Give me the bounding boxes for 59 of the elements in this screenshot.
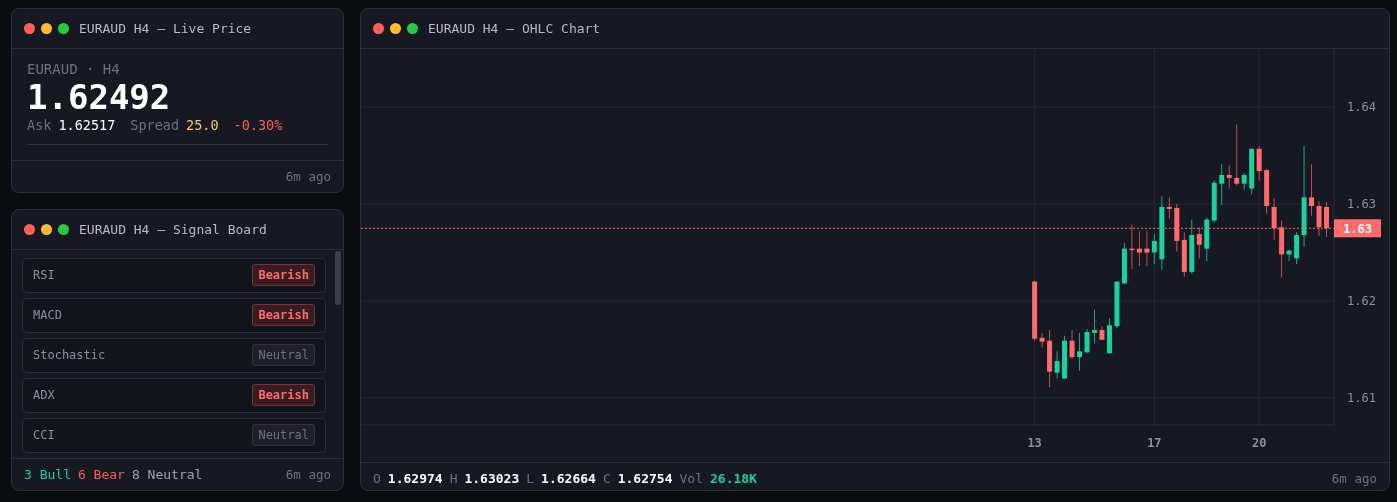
y-axis-label: 1.63 <box>1347 197 1376 212</box>
close-dot-icon[interactable] <box>24 223 35 235</box>
ohlc-value: 1.62754 <box>617 471 673 486</box>
indicator-name: ADX <box>33 388 55 403</box>
x-axis-label: 13 <box>1027 436 1042 450</box>
ohlc-label: H <box>449 471 458 486</box>
minimize-dot-icon[interactable] <box>390 23 401 34</box>
bid-price: 1.62492 <box>27 77 172 117</box>
minimize-dot-icon[interactable] <box>41 23 52 34</box>
signal-count: 6 Bear <box>77 467 125 482</box>
updated-time: 6m ago <box>285 467 331 482</box>
ohlc-value: 1.63023 <box>464 471 520 486</box>
candlestick <box>1077 332 1082 372</box>
signal-badge: Neutral <box>252 424 315 447</box>
updated-time: 6m ago <box>285 168 331 184</box>
signal-count: 8 Neutral <box>131 467 203 482</box>
maximize-dot-icon[interactable] <box>407 23 418 34</box>
candlestick <box>1324 201 1329 238</box>
ask-price: 1.62517 <box>58 117 116 133</box>
signal-badge: Bearish <box>252 264 315 287</box>
ohlc-label: L <box>526 471 535 486</box>
x-axis-label: 17 <box>1147 436 1162 450</box>
scrollbar-thumb[interactable] <box>335 250 341 305</box>
ohlc-value: 1.62974 <box>387 471 443 486</box>
ref-line-label: 1.63 <box>1343 221 1372 236</box>
y-axis-label: 1.62 <box>1347 293 1376 308</box>
spread-label: Spread <box>130 117 180 133</box>
volume-label: Vol <box>679 471 703 486</box>
ohlc-value: 1.62664 <box>541 471 596 486</box>
indicator-name: RSI <box>33 268 55 283</box>
signal-badge: Bearish <box>252 384 315 407</box>
indicator-name: CCI <box>33 428 55 443</box>
minimize-dot-icon[interactable] <box>41 223 52 235</box>
ohlc-label: C <box>602 471 611 486</box>
y-axis-label: 1.61 <box>1347 390 1376 405</box>
candlestick <box>1092 309 1097 345</box>
updated-time: 6m ago <box>1331 471 1377 486</box>
panel-title: EURAUD H4 — Signal Board <box>79 221 267 237</box>
panel-title: EURAUD H4 — Live Price <box>79 21 252 36</box>
close-dot-icon[interactable] <box>24 23 35 34</box>
indicator-name: Stochastic <box>33 348 106 363</box>
close-dot-icon[interactable] <box>373 23 384 34</box>
symbol-label: EURAUD · H4 <box>27 61 121 77</box>
spread-value: 25.0 <box>186 117 219 133</box>
indicator-name: MACD <box>33 308 62 323</box>
signal-count: 3 Bull <box>24 467 71 482</box>
ohlc-label: O <box>373 471 381 486</box>
panel-title: EURAUD H4 — OHLC Chart <box>428 21 601 36</box>
price-change: -0.30% <box>233 117 283 133</box>
last-price-label: 1.63 <box>1334 219 1381 238</box>
x-axis-label: 20 <box>1251 436 1267 450</box>
signal-badge: Bearish <box>252 304 315 327</box>
ask-label: Ask <box>27 117 52 133</box>
candlestick <box>1084 328 1090 354</box>
maximize-dot-icon[interactable] <box>58 223 69 235</box>
y-axis-label: 1.64 <box>1347 100 1376 115</box>
signal-badge: Neutral <box>252 344 315 367</box>
maximize-dot-icon[interactable] <box>58 23 69 34</box>
volume-value: 26.18K <box>710 471 757 486</box>
